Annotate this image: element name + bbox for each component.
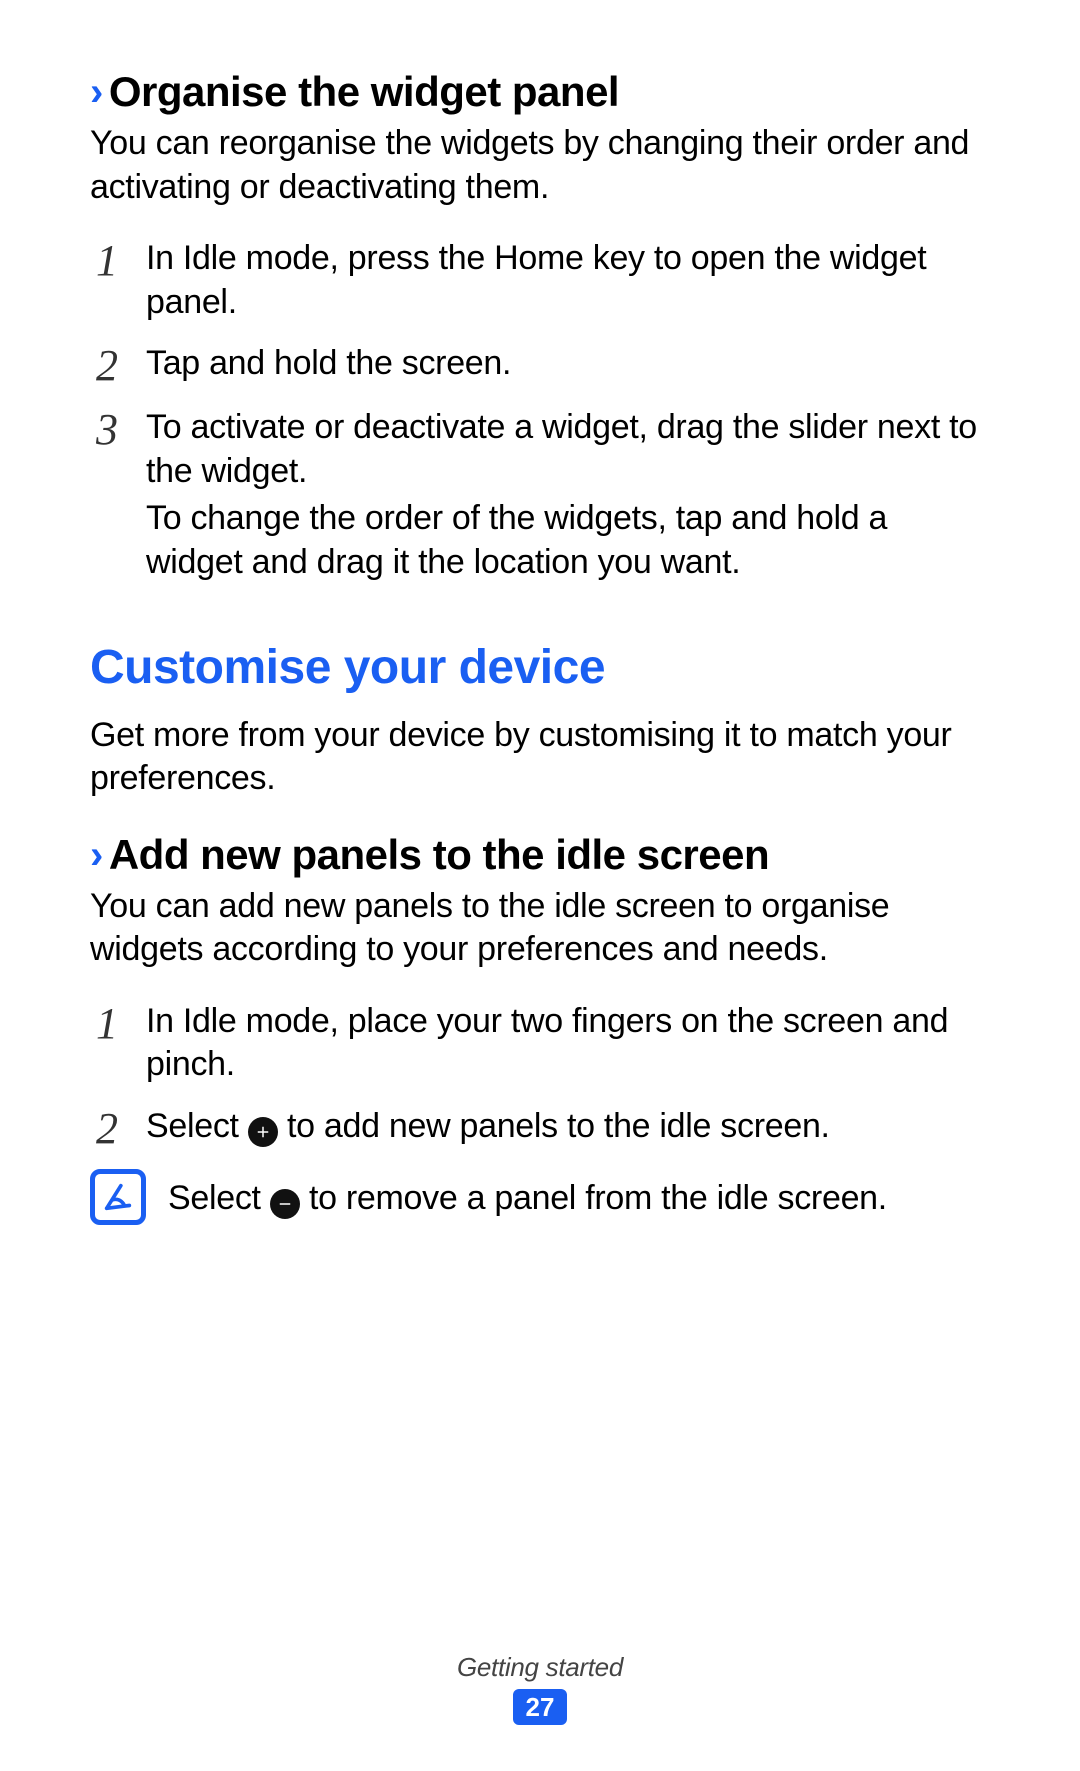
intro-customise: Get more from your device by customising…	[90, 714, 990, 801]
step-item: 2 Tap and hold the screen.	[90, 342, 990, 388]
chevron-right-icon: ›	[90, 833, 103, 877]
section-title-customise: Customise your device	[90, 640, 990, 695]
note-text-before: Select	[168, 1179, 270, 1217]
step-text-after: to add new panels to the idle screen.	[278, 1107, 830, 1145]
step-text: Select to add new panels to the idle scr…	[146, 1105, 990, 1149]
step-item: 1 In Idle mode, press the Home key to op…	[90, 237, 990, 324]
step-item: 3 To activate or deactivate a widget, dr…	[90, 406, 990, 584]
manual-page: ›Organise the widget panel You can reorg…	[0, 0, 1080, 1771]
page-footer: Getting started 27	[0, 1652, 1080, 1725]
step-number: 2	[90, 342, 124, 388]
step-text: Tap and hold the screen.	[146, 342, 990, 386]
step-text: To activate or deactivate a widget, drag…	[146, 406, 990, 584]
intro-add-panels: You can add new panels to the idle scree…	[90, 885, 990, 972]
step-number: 2	[90, 1105, 124, 1151]
note-icon	[90, 1169, 146, 1225]
step-number: 1	[90, 1000, 124, 1046]
step-text-before: Select	[146, 1107, 248, 1145]
step-number: 1	[90, 237, 124, 283]
footer-section-label: Getting started	[0, 1652, 1080, 1683]
minus-circle-icon	[270, 1189, 300, 1219]
step-item: 1 In Idle mode, place your two fingers o…	[90, 1000, 990, 1087]
steps-organise: 1 In Idle mode, press the Home key to op…	[90, 237, 990, 584]
note-text-after: to remove a panel from the idle screen.	[300, 1179, 887, 1217]
step-item: 2 Select to add new panels to the idle s…	[90, 1105, 990, 1151]
step-para: To change the order of the widgets, tap …	[146, 497, 990, 584]
plus-circle-icon	[248, 1117, 278, 1147]
subheading-organise: ›Organise the widget panel	[90, 68, 990, 116]
note-row: Select to remove a panel from the idle s…	[90, 1169, 990, 1225]
subheading-text: Organise the widget panel	[109, 68, 619, 115]
step-para: Tap and hold the screen.	[146, 342, 990, 386]
note-text: Select to remove a panel from the idle s…	[168, 1169, 990, 1221]
chevron-right-icon: ›	[90, 70, 103, 114]
step-text: In Idle mode, press the Home key to open…	[146, 237, 990, 324]
step-number: 3	[90, 406, 124, 452]
step-text: In Idle mode, place your two fingers on …	[146, 1000, 990, 1087]
step-para: To activate or deactivate a widget, drag…	[146, 406, 990, 493]
page-number-badge: 27	[513, 1689, 567, 1725]
subheading-add-panels: ›Add new panels to the idle screen	[90, 831, 990, 879]
page-number: 27	[526, 1692, 555, 1723]
step-para: In Idle mode, press the Home key to open…	[146, 237, 990, 324]
intro-organise: You can reorganise the widgets by changi…	[90, 122, 990, 209]
steps-add-panels: 1 In Idle mode, place your two fingers o…	[90, 1000, 990, 1151]
subheading-text: Add new panels to the idle screen	[109, 831, 769, 878]
